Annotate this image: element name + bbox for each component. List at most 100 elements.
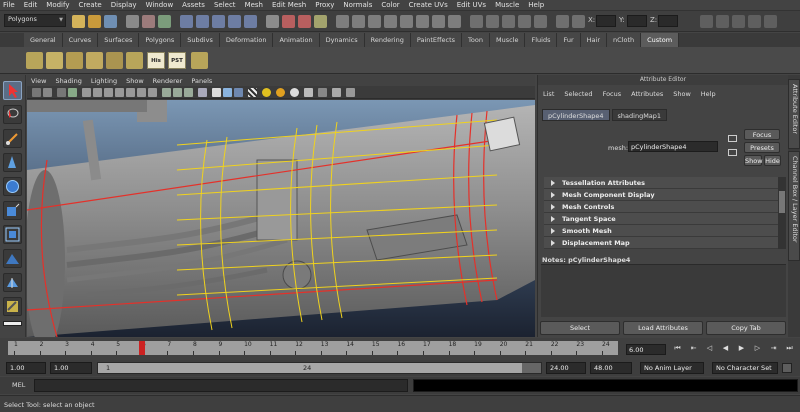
safe-title-icon[interactable] [148,88,157,97]
save-scene-icon[interactable] [104,15,117,28]
shaded-cube-icon[interactable] [212,88,221,97]
shelf-tab-hair[interactable]: Hair [580,33,608,47]
transform-icon-b[interactable] [486,15,499,28]
shelf-tab-general[interactable]: General [24,33,63,47]
display-icon-c[interactable] [368,15,381,28]
shelf-tab-ncloth[interactable]: nCloth [607,33,642,47]
channel-box-side-tab[interactable]: Channel Box / Layer Editor [788,151,800,261]
ipr-render-icon[interactable] [298,15,311,28]
step-forward-key-icon[interactable]: ⇥ [768,343,779,354]
command-input[interactable] [34,379,408,392]
shelf-tab-painteffects[interactable]: PaintEffects [410,33,463,47]
viewport-menu-view[interactable]: View [31,77,46,85]
default-lighting-icon[interactable] [198,88,207,97]
wireframe-on-shaded-icon[interactable] [223,88,232,97]
ae-menu-attributes[interactable]: Attributes [631,90,663,98]
range-handle[interactable]: 1 24 [98,363,522,373]
hide-button[interactable]: Hide [764,155,781,166]
last-tool-icon[interactable] [3,297,22,316]
viewport-menu-shading[interactable]: Shading [55,77,81,85]
safe-action-icon[interactable] [137,88,146,97]
ae-tab-pcylindershape4[interactable]: pCylinderShape4 [542,109,610,121]
display-icon-a[interactable] [336,15,349,28]
sidebar-toggle-icon-a[interactable] [700,15,713,28]
move-tool-icon[interactable] [3,153,22,172]
shelf-tab-polygons[interactable]: Polygons [139,33,182,47]
xray-components-icon[interactable] [346,88,355,97]
menu-window[interactable]: Window [146,1,174,9]
camera-icon[interactable] [32,88,41,97]
ae-menu-selected[interactable]: Selected [564,90,592,98]
go-to-end-icon[interactable]: ⏭ [784,343,795,354]
ae-menu-help[interactable]: Help [701,90,716,98]
resolution-gate-icon[interactable] [104,88,113,97]
character-set-selector[interactable]: No Character Set [712,362,778,374]
notes-textarea[interactable] [541,264,786,317]
sidebar-toggle-icon-d[interactable] [748,15,761,28]
menu-set-selector[interactable]: Polygons ▼ [4,14,66,27]
section-tangent-space[interactable]: Tangent Space [544,213,778,225]
shelf-tool-icon-3[interactable] [66,52,83,69]
go-to-input-icon[interactable] [728,135,737,142]
render-current-frame-icon[interactable] [282,15,295,28]
shelf-tab-rendering[interactable]: Rendering [364,33,411,47]
step-back-key-icon[interactable]: ⇤ [688,343,699,354]
current-time-indicator[interactable] [139,341,146,355]
viewport-menu-panels[interactable]: Panels [191,77,212,85]
anim-layer-selector[interactable]: No Anim Layer [640,362,704,374]
menu-file[interactable]: File [3,1,15,9]
grid-icon[interactable] [82,88,91,97]
shelf-tool-icon-4[interactable] [86,52,103,69]
ae-menu-focus[interactable]: Focus [603,90,622,98]
mel-label[interactable]: MEL [12,381,25,389]
display-icon-d[interactable] [384,15,397,28]
show-button[interactable]: Show [744,155,763,166]
shelf-tool-icon-7[interactable] [191,52,208,69]
current-frame-field[interactable]: 6.00 [626,344,666,355]
use-lights-icon[interactable] [262,88,271,97]
snap-view-plane-icon[interactable] [228,15,241,28]
shelf-tool-icon-2[interactable] [46,52,63,69]
smooth-shade-icon[interactable] [173,88,182,97]
image-plane-icon[interactable] [68,88,77,97]
menu-help[interactable]: Help [528,1,544,9]
step-forward-frame-icon[interactable]: ▷ [752,343,763,354]
make-live-icon[interactable] [244,15,257,28]
field-chart-icon[interactable] [126,88,135,97]
menu-proxy[interactable]: Proxy [315,1,334,9]
focus-button[interactable]: Focus [744,129,780,140]
shelf-tab-fur[interactable]: Fur [557,33,581,47]
shelf-tab-surfaces[interactable]: Surfaces [98,33,140,47]
menu-edit-mesh[interactable]: Edit Mesh [272,1,306,9]
menu-muscle[interactable]: Muscle [495,1,519,9]
snap-point-icon[interactable] [212,15,225,28]
range-bar[interactable]: 1 24 [97,362,542,374]
view-cube-icon[interactable] [483,116,521,152]
attribute-editor-side-tab[interactable]: Attribute Editor [788,79,800,149]
step-back-frame-icon[interactable]: ◁ [704,343,715,354]
transform-icon-c[interactable] [502,15,515,28]
render-settings-icon[interactable] [314,15,327,28]
menu-color[interactable]: Color [381,1,399,9]
display-icon-b[interactable] [352,15,365,28]
ae-menu-show[interactable]: Show [673,90,691,98]
menu-select[interactable]: Select [214,1,236,9]
menu-mesh[interactable]: Mesh [245,1,263,9]
select-object-icon[interactable] [142,15,155,28]
load-attributes-button[interactable]: Load Attributes [623,321,703,335]
snap-curve-icon[interactable] [196,15,209,28]
shelf-tab-fluids[interactable]: Fluids [525,33,558,47]
play-backwards-icon[interactable]: ◀ [720,343,731,354]
select-button[interactable]: Select [540,321,620,335]
animation-start-field[interactable]: 1.00 [6,362,46,374]
section-mesh-component-display[interactable]: Mesh Component Display [544,189,778,201]
ae-tab-shadingmap1[interactable]: shadingMap1 [611,109,668,121]
shelf-tab-deformation[interactable]: Deformation [219,33,274,47]
animation-end-field[interactable]: 48.00 [590,362,632,374]
xray-icon[interactable] [318,88,327,97]
transform-icon-e[interactable] [534,15,547,28]
select-tool-icon[interactable] [3,81,22,100]
shelf-pst-button[interactable]: PST [168,52,186,69]
menu-create[interactable]: Create [78,1,101,9]
shelf-his-button[interactable]: His [147,52,165,69]
